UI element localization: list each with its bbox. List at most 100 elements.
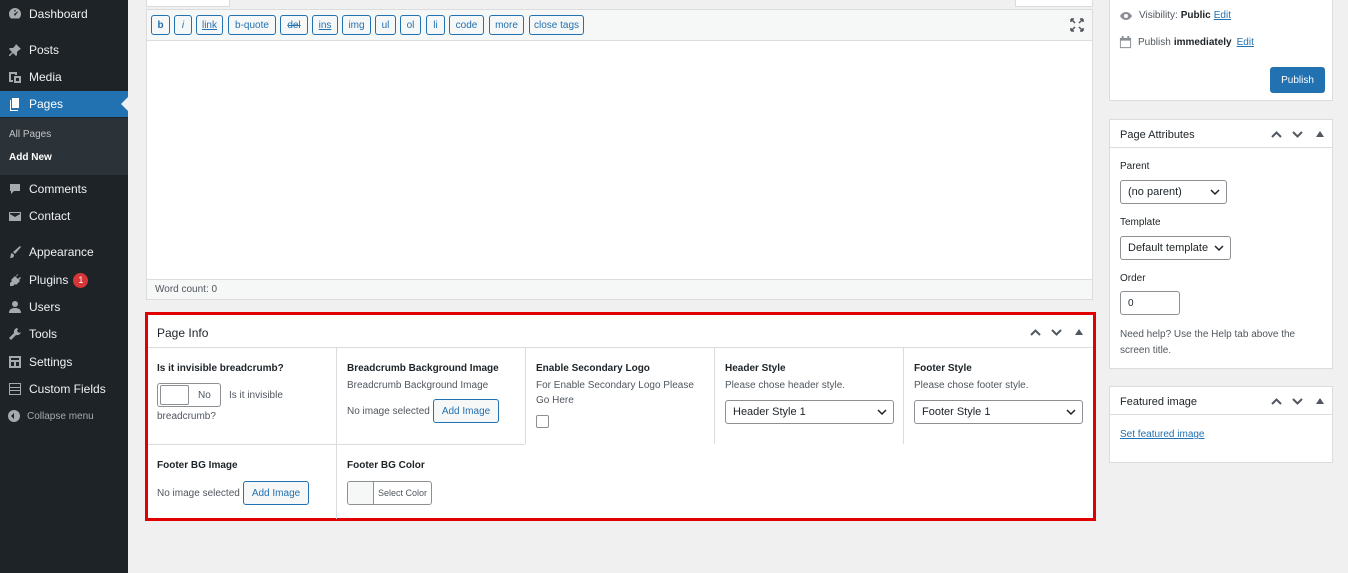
- fullscreen-icon[interactable]: [1070, 18, 1084, 32]
- menu-contact[interactable]: Contact: [0, 203, 128, 229]
- header-style-select[interactable]: Header Style 1: [725, 400, 894, 424]
- featured-image-controls: [1270, 395, 1324, 408]
- footer-style-field: Footer Style Please chose footer style. …: [914, 363, 1083, 424]
- menu-plugins[interactable]: Plugins 1: [0, 267, 128, 293]
- submenu-add-new[interactable]: Add New: [9, 152, 52, 163]
- secondary-logo-label: Enable Secondary Logo: [536, 363, 650, 374]
- footer-style-desc: Please chose footer style.: [914, 380, 1029, 391]
- featured-image-box: Featured image Set featured image: [1109, 386, 1333, 463]
- breadcrumb-bg-add-image-button[interactable]: Add Image: [432, 399, 500, 423]
- header-style-field: Header Style Please chose header style. …: [725, 363, 894, 424]
- menu-tools-label: Tools: [29, 327, 58, 341]
- qt-ul-button[interactable]: ul: [375, 15, 396, 35]
- menu-comments-label: Comments: [29, 182, 88, 196]
- qt-italic-button[interactable]: i: [174, 15, 192, 35]
- qt-bold-button[interactable]: b: [151, 15, 170, 35]
- editor-tab-stub: [146, 0, 230, 7]
- publish-button[interactable]: Publish: [1270, 67, 1325, 93]
- menu-custom-fields[interactable]: Custom Fields: [0, 376, 128, 402]
- menu-pages[interactable]: Pages: [0, 91, 128, 117]
- settings-icon: [8, 355, 22, 369]
- menu-users[interactable]: Users: [0, 294, 128, 320]
- parent-select[interactable]: (no parent): [1120, 180, 1227, 204]
- move-down-icon[interactable]: [1291, 395, 1304, 408]
- qt-link-button[interactable]: link: [196, 15, 223, 35]
- menu-comments[interactable]: Comments: [0, 176, 128, 202]
- footer-style-select[interactable]: Footer Style 1: [914, 400, 1083, 424]
- menu-appearance-label: Appearance: [29, 245, 94, 259]
- footer-bg-image-status: No image selected: [157, 487, 240, 499]
- pages-icon: [8, 97, 22, 111]
- header-style-label: Header Style: [725, 363, 786, 374]
- text-editor: b i link b-quote del ins img ul ol li co…: [146, 9, 1093, 300]
- qt-code-button[interactable]: code: [449, 15, 484, 35]
- footer-bg-color-field: Footer BG Color Select Color: [347, 460, 517, 507]
- menu-custom-fields-label: Custom Fields: [29, 382, 106, 396]
- featured-image-header[interactable]: Featured image: [1110, 387, 1332, 415]
- menu-pages-label: Pages: [29, 97, 64, 111]
- submenu-all-pages[interactable]: All Pages: [9, 129, 51, 140]
- collapse-menu-button[interactable]: Collapse menu: [0, 403, 128, 429]
- wrench-icon: [8, 327, 22, 341]
- word-count: Word count: 0: [147, 279, 1092, 299]
- menu-users-label: Users: [29, 300, 61, 314]
- select-color-label: Select Color: [378, 488, 428, 498]
- collapse-menu-label: Collapse menu: [27, 410, 94, 422]
- toggle-knob: [160, 385, 189, 405]
- plug-icon: [8, 273, 22, 287]
- qt-img-button[interactable]: img: [342, 15, 371, 35]
- visibility-edit-link[interactable]: Edit: [1214, 10, 1231, 21]
- page-info-header[interactable]: Page Info: [148, 315, 1093, 348]
- qt-bquote-button[interactable]: b-quote: [228, 15, 276, 35]
- template-select[interactable]: Default template: [1120, 236, 1231, 260]
- eye-icon: [1120, 11, 1132, 20]
- move-up-icon[interactable]: [1029, 326, 1042, 339]
- qt-li-button[interactable]: li: [426, 15, 445, 35]
- template-value: Default template: [1128, 242, 1209, 254]
- editor-mode-tabs[interactable]: [1015, 0, 1093, 7]
- qt-del-button[interactable]: del: [280, 15, 308, 35]
- secondary-logo-checkbox[interactable]: [536, 415, 549, 428]
- set-featured-image-link[interactable]: Set featured image: [1120, 429, 1205, 440]
- breadcrumb-bg-label: Breadcrumb Background Image: [347, 363, 499, 374]
- footer-style-value: Footer Style 1: [922, 406, 991, 418]
- move-up-icon[interactable]: [1270, 395, 1283, 408]
- menu-posts-label: Posts: [29, 43, 60, 57]
- header-style-desc: Please chose header style.: [725, 380, 846, 391]
- move-down-icon[interactable]: [1050, 326, 1063, 339]
- page-info-title: Page Info: [157, 326, 209, 340]
- move-down-icon[interactable]: [1291, 128, 1304, 141]
- toggle-panel-icon[interactable]: [1316, 131, 1324, 137]
- dashboard-icon: [8, 7, 22, 21]
- qt-ins-button[interactable]: ins: [312, 15, 338, 35]
- move-up-icon[interactable]: [1270, 128, 1283, 141]
- invisible-breadcrumb-label: Is it invisible breadcrumb?: [157, 363, 284, 374]
- qt-close-tags-button[interactable]: close tags: [529, 15, 584, 35]
- row-divider: [148, 444, 525, 445]
- pin-icon: [8, 43, 22, 57]
- column-divider: [714, 348, 715, 444]
- menu-media[interactable]: Media: [0, 64, 128, 90]
- quicktags-toolbar: b i link b-quote del ins img ul ol li co…: [147, 10, 1092, 41]
- chevron-down-icon: [1210, 189, 1220, 196]
- publish-date-edit-link[interactable]: Edit: [1237, 37, 1254, 48]
- qt-more-button[interactable]: more: [489, 15, 524, 35]
- toggle-panel-icon[interactable]: [1316, 398, 1324, 404]
- invisible-breadcrumb-field: Is it invisible breadcrumb? No Is it inv…: [157, 363, 327, 422]
- order-input[interactable]: 0: [1120, 291, 1180, 315]
- menu-settings[interactable]: Settings: [0, 349, 128, 375]
- qt-ol-button[interactable]: ol: [400, 15, 421, 35]
- column-divider: [336, 348, 337, 519]
- menu-dashboard[interactable]: Dashboard: [0, 1, 128, 27]
- footer-bg-add-image-button[interactable]: Add Image: [242, 481, 310, 505]
- invisible-breadcrumb-toggle[interactable]: No: [157, 383, 221, 407]
- toggle-panel-icon[interactable]: [1075, 329, 1083, 335]
- footer-bg-color-picker[interactable]: Select Color: [347, 481, 433, 505]
- page-attributes-header[interactable]: Page Attributes: [1110, 120, 1332, 148]
- menu-posts[interactable]: Posts: [0, 37, 128, 63]
- user-icon: [8, 300, 22, 314]
- menu-tools[interactable]: Tools: [0, 321, 128, 347]
- menu-appearance[interactable]: Appearance: [0, 239, 128, 265]
- admin-sidebar: Dashboard Posts Media Pages All Pages Ad…: [0, 0, 128, 573]
- secondary-logo-field: Enable Secondary Logo For Enable Seconda…: [536, 363, 706, 431]
